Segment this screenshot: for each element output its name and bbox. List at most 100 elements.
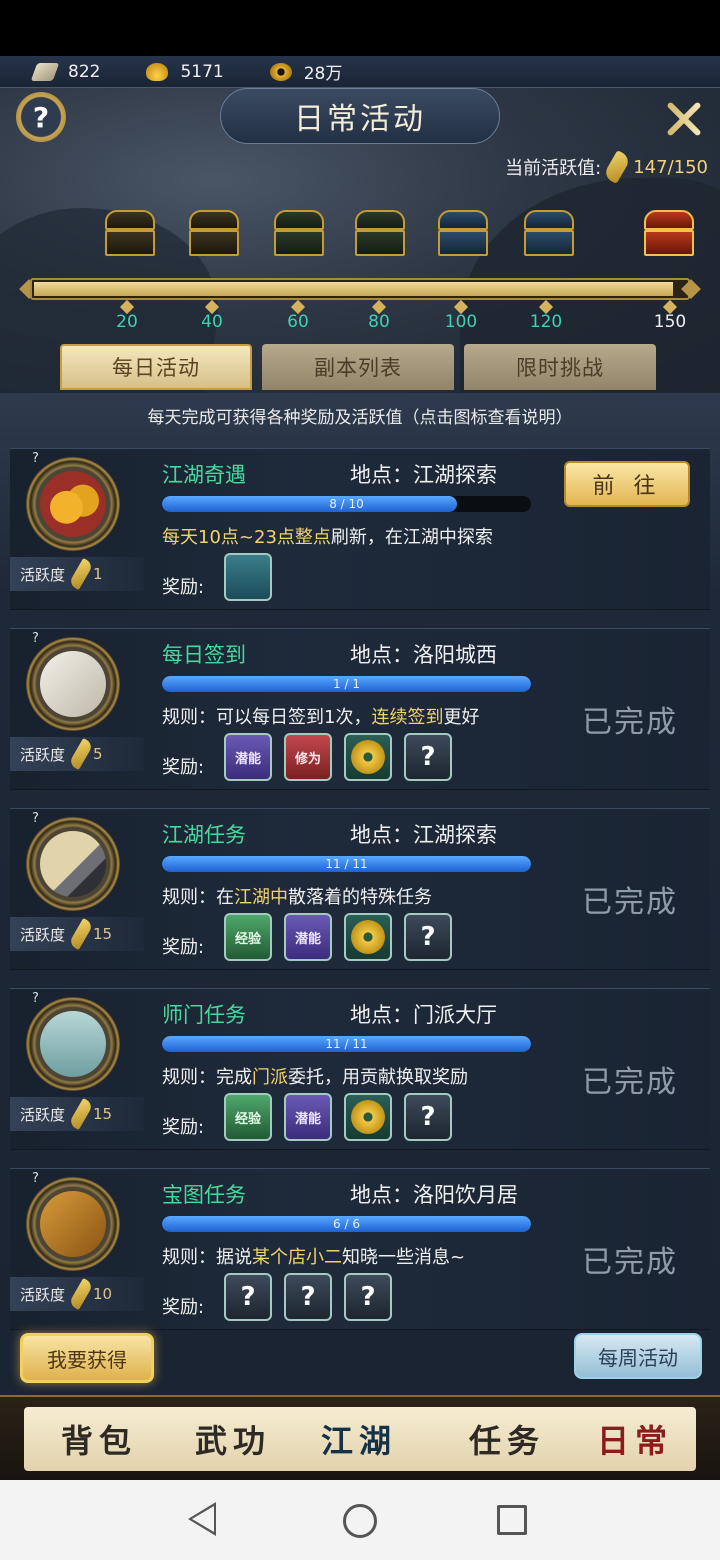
quill-icon (602, 150, 632, 184)
nav-tasks[interactable]: 任务 (452, 1407, 562, 1471)
activity-points-label: 活跃度 5 (10, 737, 144, 771)
reward-chest-20[interactable] (103, 210, 157, 258)
activity-progress-text: 11 / 11 (325, 1037, 368, 1051)
jade-badge-icon[interactable] (224, 553, 272, 601)
help-button[interactable]: ? (16, 92, 66, 142)
currency-value: 28万 (303, 64, 343, 84)
close-button[interactable] (658, 94, 708, 144)
green-book-icon[interactable]: 经验 (224, 1093, 272, 1141)
nav-daily[interactable]: 日常 (580, 1407, 690, 1471)
info-icon: ? (32, 991, 39, 1006)
green-book-icon[interactable]: 经验 (224, 913, 272, 961)
activity-icon-button[interactable] (26, 997, 120, 1091)
bottom-nav: 背包 武功 江湖 任务 日常 (0, 1395, 720, 1480)
quill-icon (68, 558, 94, 590)
activity-list-panel: 每天完成可获得各种奖励及活跃值（点击图标查看说明） ? 活跃度 1 江湖奇遇 地… (0, 393, 720, 1395)
obtain-button[interactable]: 我要获得 (20, 1333, 154, 1383)
panel-subtitle: 每天完成可获得各种奖励及活跃值（点击图标查看说明） (147, 408, 573, 428)
nav-jianghu[interactable]: 江湖 (296, 1399, 424, 1475)
completed-stamp: 已完成 (582, 1065, 678, 1100)
info-icon: ? (32, 451, 39, 466)
goto-button[interactable]: 前 往 (564, 461, 690, 507)
activity-points-label: 活跃度 10 (10, 1277, 144, 1311)
purple-book-icon[interactable]: 潜能 (224, 733, 272, 781)
reward-chest-80[interactable] (353, 210, 407, 258)
activity-card: ? 活跃度 15 江湖任务 地点：江湖探索 11 / 11 规则：在江湖中散落着… (10, 808, 710, 970)
rule-text: 规则：完成 (162, 1067, 252, 1088)
activity-rule: 规则：可以每日签到1次，连续签到更好 (162, 703, 479, 729)
red-book-icon[interactable]: 修为 (284, 733, 332, 781)
rule-text: 规则：可以每日签到1次， (162, 707, 372, 728)
activity-name: 师门任务 (162, 1003, 246, 1027)
activity-points-text: 活跃度 (20, 565, 66, 584)
completed-stamp: 已完成 (582, 1245, 678, 1280)
activity-icon-button[interactable] (26, 817, 120, 911)
tab-daily-activities[interactable]: 每日活动 (60, 344, 252, 390)
silver-scroll-icon (30, 62, 60, 81)
rule-text: 散落着的特殊任务 (288, 887, 432, 908)
coin-icon[interactable] (344, 913, 392, 961)
reward-chest-100[interactable] (436, 210, 490, 258)
gourd-icon (40, 471, 106, 537)
activity-name: 江湖任务 (162, 823, 246, 847)
activity-rule: 规则：完成门派委托，用贡献换取奖励 (162, 1063, 468, 1089)
activity-value-display: 当前活跃值: 147/150 (505, 150, 708, 184)
purple-book-icon[interactable]: 潜能 (284, 913, 332, 961)
activity-progress-bar (30, 278, 690, 300)
mystery-icon[interactable]: ? (404, 913, 452, 961)
mystery-bag-icon[interactable]: ? (224, 1273, 272, 1321)
activity-icon-button[interactable] (26, 1177, 120, 1271)
activity-rule: 规则：据说某个店小二知晓一些消息~ (162, 1243, 465, 1269)
mystery-bag-icon[interactable]: ? (284, 1273, 332, 1321)
activity-value-label: 当前活跃值: (505, 158, 602, 179)
nav-bag[interactable]: 背包 (44, 1407, 154, 1471)
activity-points-value: 15 (93, 925, 113, 943)
rewards-label: 奖励: (162, 1117, 205, 1138)
activity-icon-button[interactable] (26, 457, 120, 551)
activity-points-label: 活跃度 15 (10, 917, 144, 951)
activity-points-text: 活跃度 (20, 745, 66, 764)
mystery-icon[interactable]: ? (404, 733, 452, 781)
tab-limited-challenge[interactable]: 限时挑战 (464, 344, 656, 390)
home-icon[interactable] (343, 1504, 377, 1538)
reward-chest-60[interactable] (272, 210, 326, 258)
activity-points-value: 1 (93, 565, 103, 583)
currency-value: 822 (68, 61, 101, 82)
activity-location: 地点：江湖探索 (350, 463, 497, 487)
back-icon[interactable] (188, 1502, 216, 1536)
weekly-activities-button[interactable]: 每周活动 (574, 1333, 702, 1379)
milestone-label: 80 (368, 312, 390, 332)
tab-dungeon-list[interactable]: 副本列表 (262, 344, 454, 390)
activity-icon-button[interactable] (26, 637, 120, 731)
milestone-label: 150 (653, 312, 687, 332)
rule-highlight: 江湖中 (234, 887, 288, 908)
activity-progress-text: 11 / 11 (325, 857, 368, 871)
currency-value: 5171 (180, 61, 224, 82)
activity-points-text: 活跃度 (20, 1285, 66, 1304)
mystery-bag-icon[interactable]: ? (344, 1273, 392, 1321)
rule-highlight: 连续签到 (371, 707, 444, 728)
reward-chest-150[interactable] (642, 210, 696, 258)
jade-tablet-icon (40, 1011, 106, 1077)
rewards-label: 奖励: (162, 577, 205, 598)
mystery-icon[interactable]: ? (404, 1093, 452, 1141)
activity-progress: 8 / 10 (162, 496, 531, 512)
signin-scroll-icon (40, 651, 106, 717)
rewards-label: 奖励: (162, 757, 205, 778)
rule-text: 刷新，在江湖中探索 (330, 527, 493, 548)
reward-chest-40[interactable] (187, 210, 241, 258)
milestone-label: 120 (529, 312, 563, 332)
reward-chest-120[interactable] (522, 210, 576, 258)
copper-coin-icon (269, 62, 292, 81)
coin-icon[interactable] (344, 1093, 392, 1141)
treasure-map-icon (40, 1191, 106, 1257)
recent-apps-icon[interactable] (497, 1505, 527, 1535)
activity-location: 地点：洛阳城西 (350, 643, 497, 667)
nav-martial-arts[interactable]: 武功 (178, 1407, 288, 1471)
activity-location: 地点：门派大厅 (350, 1003, 497, 1027)
purple-book-icon[interactable]: 潜能 (284, 1093, 332, 1141)
quill-icon (68, 738, 94, 770)
coin-icon[interactable] (344, 733, 392, 781)
status-bar (0, 0, 720, 56)
activity-location: 地点：洛阳饮月居 (350, 1183, 518, 1207)
